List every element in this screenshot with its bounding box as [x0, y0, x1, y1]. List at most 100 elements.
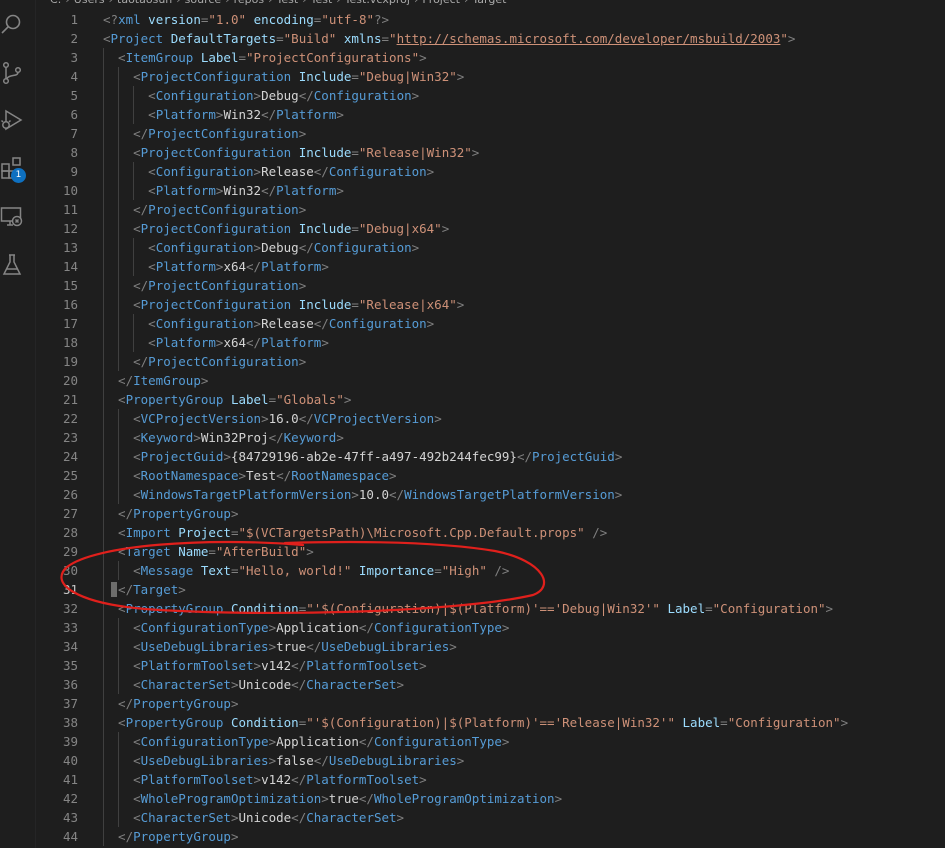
code-line[interactable]: 39 <ConfigurationType>Application</Config…: [36, 732, 945, 751]
code-token: Project: [110, 31, 164, 46]
code-token: "High": [441, 563, 487, 578]
line-number: 43: [62, 810, 78, 825]
code-line[interactable]: 3 <ItemGroup Label="ProjectConfigurations…: [36, 48, 945, 67]
indent-guide: [118, 257, 120, 276]
breadcrumb-segment[interactable]: C:: [50, 0, 61, 6]
line-number: 35: [62, 658, 78, 673]
indent-guide: [118, 618, 120, 637]
code-line[interactable]: 2 <Project DefaultTargets="Build" xmlns="…: [36, 29, 945, 48]
code-line[interactable]: 1 <?xml version="1.0" encoding="utf-8"?>: [36, 10, 945, 29]
code-line[interactable]: 7 </ProjectConfiguration>: [36, 124, 945, 143]
breadcrumb-segment[interactable]: Test.vcxproj: [345, 0, 410, 6]
code-line[interactable]: 14 <Platform>x64</Platform>: [36, 257, 945, 276]
code-line[interactable]: 17 <Configuration>Release</Configuration>: [36, 314, 945, 333]
breadcrumb-segment[interactable]: Test: [277, 0, 299, 6]
code-token: {84729196-ab2e-47ff-a497-492b244fec99}: [230, 449, 517, 464]
code-line[interactable]: 27 </PropertyGroup>: [36, 504, 945, 523]
code-token: >: [238, 468, 247, 483]
code-line[interactable]: 12 <ProjectConfiguration Include="Debug|x…: [36, 219, 945, 238]
code-token: >: [825, 601, 834, 616]
code-text: <Project DefaultTargets="Build" xmlns="h…: [103, 29, 795, 48]
code-text: <RootNamespace>Test</RootNamespace>: [133, 466, 396, 485]
search-icon[interactable]: [0, 12, 24, 36]
code-line[interactable]: 36 <CharacterSet>Unicode</CharacterSet>: [36, 675, 945, 694]
indent-guide: [133, 162, 135, 181]
indent-guide: [103, 48, 104, 67]
code-token: "$(VCTargetsPath)\Microsoft.Cpp.Default.…: [238, 525, 585, 540]
code-token: =: [351, 145, 359, 160]
testing-icon[interactable]: [0, 253, 24, 277]
code-token: Release: [261, 164, 314, 179]
code-token: Platform: [261, 259, 322, 274]
code-token: >: [268, 734, 277, 749]
indent-guide: [103, 523, 104, 542]
source-control-icon[interactable]: [0, 61, 24, 85]
code-token: >: [614, 487, 623, 502]
line-number: 29: [62, 544, 78, 559]
code-line[interactable]: 6 <Platform>Win32</Platform>: [36, 105, 945, 124]
url-link[interactable]: http://schemas.microsoft.com/developer/m…: [397, 31, 781, 46]
breadcrumb-segment[interactable]: repos: [234, 0, 265, 6]
code-token: Label: [230, 392, 269, 407]
code-line[interactable]: 8 <ProjectConfiguration Include="Release|…: [36, 143, 945, 162]
code-line[interactable]: 19 </ProjectConfiguration>: [36, 352, 945, 371]
code-line[interactable]: 18 <Platform>x64</Platform>: [36, 333, 945, 352]
code-line[interactable]: 26 <WindowsTargetPlatformVersion>10.0</Wi…: [36, 485, 945, 504]
code-line[interactable]: 13 <Configuration>Debug</Configuration>: [36, 238, 945, 257]
code-token: <: [148, 240, 156, 255]
code-line[interactable]: 9 <Configuration>Release</Configuration>: [36, 162, 945, 181]
code-line[interactable]: 28 <Import Project="$(VCTargetsPath)\Micr…: [36, 523, 945, 542]
breadcrumb-segment[interactable]: Users: [74, 0, 105, 6]
code-line[interactable]: 24 <ProjectGuid>{84729196-ab2e-47ff-a497-…: [36, 447, 945, 466]
code-line[interactable]: 32 <PropertyGroup Condition = "'$(Configura…: [36, 599, 945, 618]
code-line[interactable]: 34 <UseDebugLibraries>true</UseDebugLibra…: [36, 637, 945, 656]
code-line[interactable]: 29 <Target Name="AfterBuild">: [36, 542, 945, 561]
code-line[interactable]: 33 <ConfigurationType>Application</Config…: [36, 618, 945, 637]
code-line[interactable]: 11 </ProjectConfiguration>: [36, 200, 945, 219]
line-number: 27: [62, 506, 78, 521]
code-text: <Configuration>Release</Configuration>: [148, 162, 434, 181]
breadcrumb-segment[interactable]: source: [185, 0, 222, 6]
code-line[interactable]: 40 <UseDebugLibraries>false</UseDebugLibr…: [36, 751, 945, 770]
breadcrumb-segment[interactable]: taotaosun: [117, 0, 172, 6]
code-token: ProjectConfiguration: [148, 202, 299, 217]
line-number: 5: [70, 88, 78, 103]
code-line[interactable]: 5 <Configuration>Debug</Configuration>: [36, 86, 945, 105]
line-number: 26: [62, 487, 78, 502]
code-token: x64: [223, 259, 247, 274]
code-line[interactable]: 20 </ItemGroup>: [36, 371, 945, 390]
code-line[interactable]: 41 <PlatformToolset>v142</PlatformToolset…: [36, 770, 945, 789]
code-line[interactable]: 21 <PropertyGroup Label="Globals">: [36, 390, 945, 409]
breadcrumb-segment[interactable]: Test: [311, 0, 333, 6]
code-line[interactable]: 44 </PropertyGroup>: [36, 827, 945, 846]
indent-guide: [118, 466, 120, 485]
code-text: <Keyword>Win32Proj</Keyword>: [133, 428, 344, 447]
code-line[interactable]: 15 </ProjectConfiguration>: [36, 276, 945, 295]
code-editor[interactable]: 1 <?xml version="1.0" encoding="utf-8"?> 2…: [36, 10, 945, 848]
breadcrumb-segment[interactable]: Project: [422, 0, 460, 6]
code-line[interactable]: 25 <RootNamespace>Test</RootNamespace>: [36, 466, 945, 485]
code-line[interactable]: 35 <PlatformToolset>v142</PlatformToolset…: [36, 656, 945, 675]
code-line[interactable]: 16 <ProjectConfiguration Include="Release…: [36, 295, 945, 314]
code-line[interactable]: 22 <VCProjectVersion>16.0</VCProjectVersi…: [36, 409, 945, 428]
code-token: PropertyGroup: [125, 601, 224, 616]
code-line[interactable]: 10 <Platform>Win32</Platform>: [36, 181, 945, 200]
line-number: 1: [70, 12, 78, 27]
indent-guide: [103, 618, 104, 637]
breadcrumb-segment[interactable]: Target: [472, 0, 506, 6]
code-line[interactable]: 4 <ProjectConfiguration Include="Debug|Wi…: [36, 67, 945, 86]
code-line[interactable]: 42 <WholeProgramOptimization>true</WholeP…: [36, 789, 945, 808]
code-line[interactable]: 31 </Target>: [36, 580, 945, 599]
code-line[interactable]: 37 </PropertyGroup>: [36, 694, 945, 713]
line-number: 36: [62, 677, 78, 692]
code-token: >: [419, 658, 427, 673]
code-line[interactable]: 43 <CharacterSet>Unicode</CharacterSet>: [36, 808, 945, 827]
code-line[interactable]: 23 <Keyword>Win32Proj</Keyword>: [36, 428, 945, 447]
remote-explorer-icon[interactable]: [0, 205, 24, 229]
code-line[interactable]: 38 <PropertyGroup Condition = "'$(Configura…: [36, 713, 945, 732]
code-token: <?: [103, 12, 119, 27]
run-debug-icon[interactable]: [0, 108, 24, 132]
code-line[interactable]: 30 <Message Text="Hello, world!" Importan…: [36, 561, 945, 580]
code-token: <: [133, 639, 141, 654]
